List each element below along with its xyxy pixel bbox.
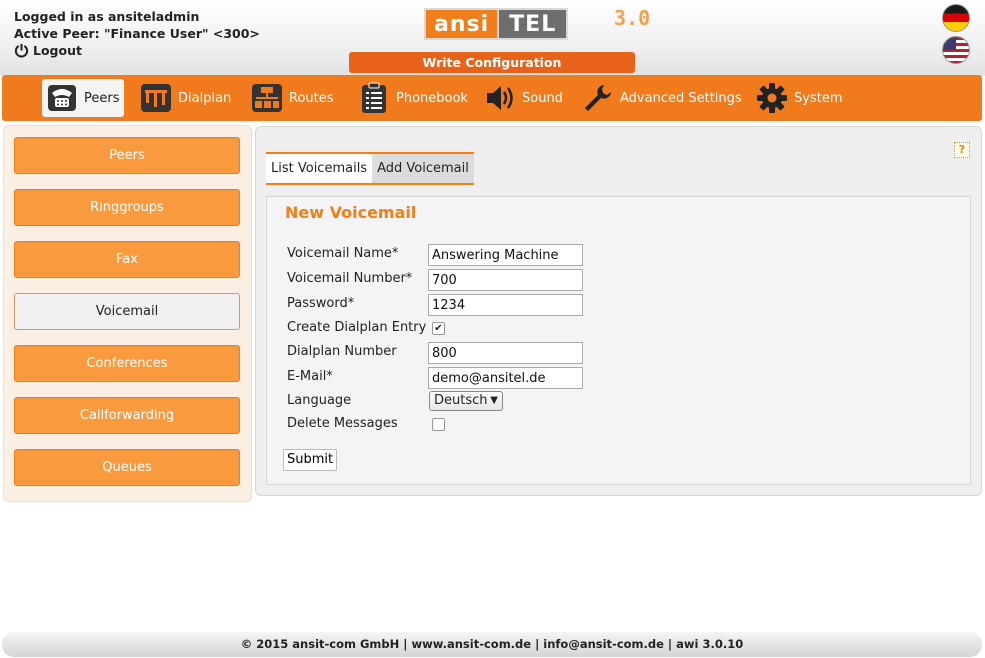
voicemail-number-input[interactable]: [428, 269, 583, 291]
sidebar-item-fax[interactable]: Fax: [14, 241, 240, 278]
main-navigation: Peers Dialplan Routes Phonebook Sound Ad…: [2, 75, 982, 121]
nav-item-dialplan[interactable]: Dialplan: [136, 79, 235, 117]
submit-button[interactable]: Submit: [283, 449, 338, 471]
help-icon[interactable]: ?: [954, 142, 970, 158]
sidebar-item-conferences[interactable]: Conferences: [14, 345, 240, 382]
logo-version: 3.0: [614, 6, 651, 30]
nav-label-sound: Sound: [522, 90, 563, 106]
sidebar: Peers Ringgroups Fax Voicemail Conferenc…: [3, 125, 252, 502]
speaker-icon: [484, 82, 516, 114]
logout-link[interactable]: Logout: [14, 43, 82, 58]
password-label: Password*: [287, 296, 355, 311]
nav-item-peers[interactable]: Peers: [42, 79, 124, 117]
delete-messages-checkbox[interactable]: [432, 418, 445, 431]
power-icon: [14, 43, 29, 58]
write-configuration-button[interactable]: Write Configuration: [349, 52, 635, 73]
language-label: Language: [287, 393, 352, 408]
voicemail-tabs: List Voicemails Add Voicemail: [266, 152, 474, 185]
email-input[interactable]: [428, 367, 583, 389]
language-select[interactable]: Deutsch ▼: [429, 391, 503, 411]
nav-label-phonebook: Phonebook: [396, 90, 468, 106]
sidebar-item-callforwarding[interactable]: Callforwarding: [14, 397, 240, 434]
checkmark-icon: ✔: [434, 323, 443, 334]
logged-in-text: Logged in as ansiteladmin: [14, 9, 200, 24]
tab-add-voicemail[interactable]: Add Voicemail: [372, 154, 474, 183]
footer: © 2015 ansit-com GmbH | www.ansit-com.de…: [2, 632, 982, 657]
voicemail-name-label: Voicemail Name*: [287, 246, 399, 261]
header: Logged in as ansiteladmin Active Peer: "…: [0, 0, 985, 76]
language-selected-value: Deutsch: [434, 393, 488, 408]
nav-item-advanced-settings[interactable]: Advanced Settings: [578, 79, 746, 117]
wrench-icon: [582, 82, 614, 114]
create-dialplan-entry-checkbox[interactable]: ✔: [432, 322, 445, 335]
dialplan-icon: [140, 82, 172, 114]
dropdown-arrow-icon: ▼: [490, 395, 498, 406]
login-info: Logged in as ansiteladmin Active Peer: "…: [14, 8, 260, 42]
german-flag-icon[interactable]: [942, 4, 970, 32]
ansitel-logo: ansi TEL 3.0: [424, 6, 650, 40]
nav-item-system[interactable]: System: [752, 79, 846, 117]
gear-icon: [756, 82, 788, 114]
nav-label-advanced-settings: Advanced Settings: [620, 90, 742, 106]
nav-item-sound[interactable]: Sound: [480, 79, 567, 117]
nav-label-peers: Peers: [84, 90, 120, 106]
tab-list-voicemails[interactable]: List Voicemails: [266, 154, 373, 183]
nav-label-dialplan: Dialplan: [178, 90, 232, 106]
sidebar-item-ringgroups[interactable]: Ringgroups: [14, 189, 240, 226]
nav-item-routes[interactable]: Routes: [247, 79, 338, 117]
nav-item-phonebook[interactable]: Phonebook: [354, 79, 472, 117]
sidebar-item-peers[interactable]: Peers: [14, 137, 240, 174]
form-title: New Voicemail: [285, 203, 417, 222]
voicemail-number-label: Voicemail Number*: [287, 271, 413, 286]
sidebar-item-voicemail[interactable]: Voicemail: [14, 293, 240, 330]
active-peer-text: Active Peer: "Finance User" <300>: [14, 26, 260, 41]
dialplan-number-label: Dialplan Number: [287, 344, 397, 359]
create-dialplan-entry-label: Create Dialplan Entry: [287, 320, 427, 335]
password-input[interactable]: [428, 294, 583, 316]
email-label: E-Mail*: [287, 369, 333, 384]
logo-ansi: ansi: [424, 8, 498, 40]
nav-label-routes: Routes: [289, 90, 334, 106]
phone-icon: [46, 82, 78, 114]
sidebar-item-queues[interactable]: Queues: [14, 449, 240, 486]
dialplan-number-input[interactable]: [428, 342, 583, 364]
logout-label: Logout: [33, 43, 82, 58]
phonebook-icon: [358, 82, 390, 114]
delete-messages-label: Delete Messages: [287, 416, 398, 431]
us-flag-icon[interactable]: [942, 36, 970, 64]
new-voicemail-form: [266, 196, 971, 485]
logo-tel: TEL: [497, 8, 569, 40]
nav-label-system: System: [794, 90, 843, 106]
routes-icon: [251, 82, 283, 114]
voicemail-name-input[interactable]: [428, 244, 583, 266]
